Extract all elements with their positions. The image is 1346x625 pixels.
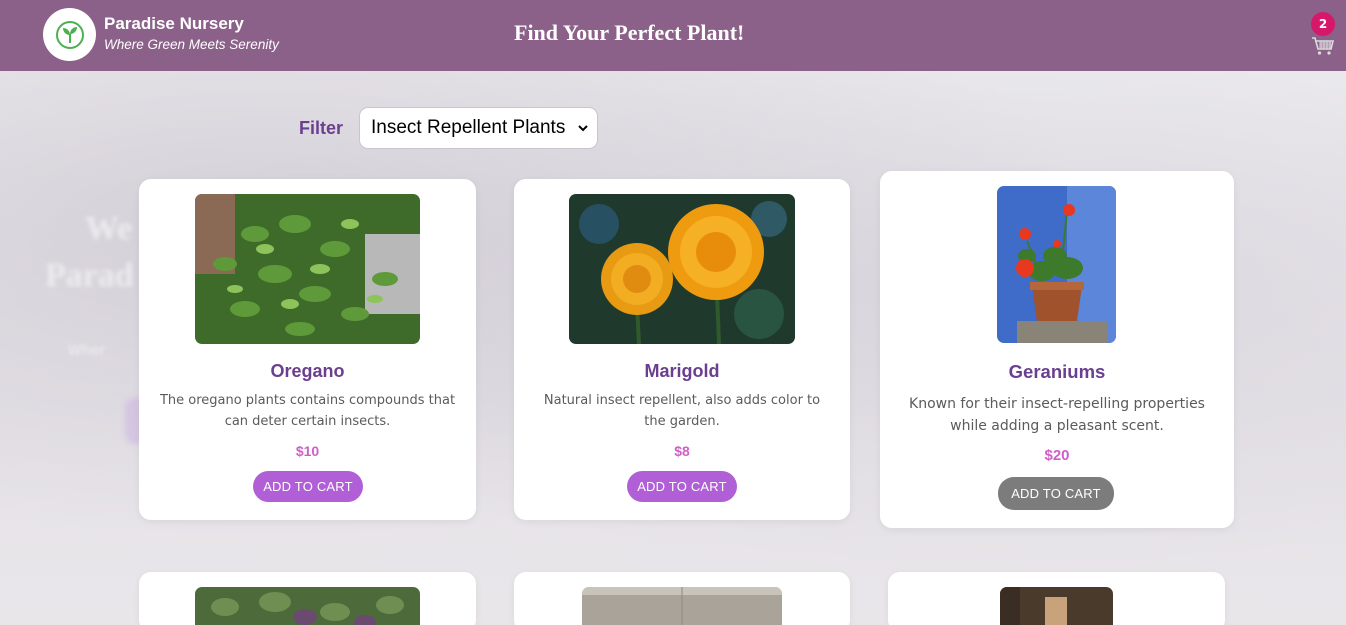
filter-selected-value: Insect Repellent Plants (371, 117, 566, 138)
add-to-cart-button[interactable]: ADD TO CART (627, 471, 737, 502)
brand-name[interactable]: Paradise Nursery (104, 14, 244, 34)
chevron-down-icon (578, 125, 588, 132)
product-description: Natural insect repellent, also adds colo… (543, 393, 821, 429)
product-image (582, 587, 782, 625)
product-name: Oregano (270, 361, 345, 381)
add-to-cart-button-added[interactable]: ADD TO CART (998, 477, 1114, 510)
background-heading-line-1: We (85, 210, 133, 247)
background-heading-line-2: Parad (45, 257, 134, 294)
product-price: $10 (295, 443, 320, 459)
product-card (139, 572, 476, 625)
product-image-oregano (195, 194, 420, 344)
background-subtext: Wher (68, 343, 106, 359)
navbar: Paradise Nursery Where Green Meets Seren… (0, 0, 1346, 71)
product-description: The oregano plants contains compounds th… (159, 393, 456, 429)
product-image (195, 587, 420, 625)
product-card (888, 572, 1225, 625)
product-image (1000, 587, 1113, 625)
product-card (514, 572, 850, 625)
product-card: Oregano The oregano plants contains comp… (139, 179, 476, 520)
brand-tagline: Where Green Meets Serenity (104, 37, 279, 52)
page-title: Find Your Perfect Plant! (514, 20, 745, 45)
filter-label: Filter (299, 118, 344, 138)
product-description: Known for their insect-repelling propert… (909, 396, 1205, 434)
add-to-cart-button[interactable]: ADD TO CART (253, 471, 363, 502)
product-card: Geraniums Known for their insect-repelli… (880, 171, 1234, 528)
product-price: $8 (674, 443, 690, 459)
product-name: Geraniums (1008, 361, 1106, 382)
product-image-marigold (569, 194, 795, 344)
product-price: $20 (1044, 447, 1070, 464)
category-filter-select[interactable]: Insect Repellent Plants (359, 107, 598, 149)
logo[interactable] (43, 8, 96, 61)
product-name: Marigold (644, 361, 720, 381)
cart-icon[interactable] (1311, 36, 1335, 56)
product-image-geraniums (997, 186, 1116, 343)
product-card: Marigold Natural insect repellent, also … (514, 179, 850, 520)
sprout-icon (55, 20, 84, 49)
cart-count-badge[interactable]: 2 (1311, 12, 1335, 36)
